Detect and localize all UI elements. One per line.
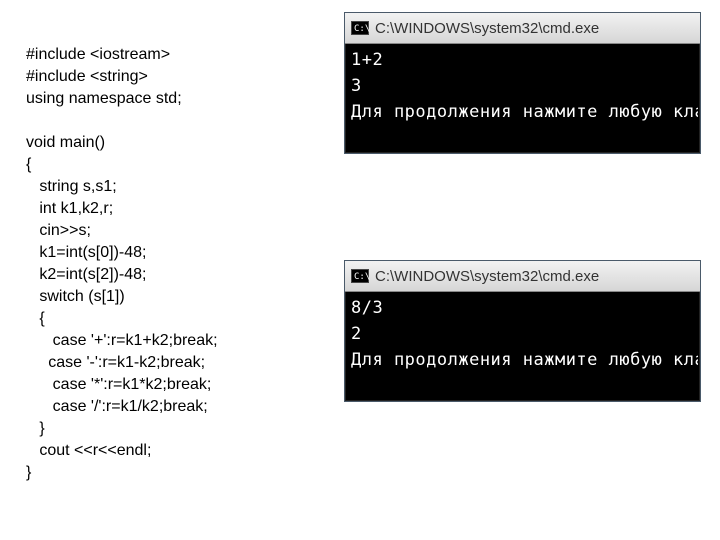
titlebar-2: C:\ C:\WINDOWS\system32\cmd.exe <box>345 261 700 292</box>
console-window-1: C:\ C:\WINDOWS\system32\cmd.exe 1+2 3 Дл… <box>344 12 701 154</box>
console-body-1: 1+2 3 Для продолжения нажмите любую клав… <box>347 45 698 151</box>
console-body-2: 8/3 2 Для продолжения нажмите любую клав… <box>347 293 698 399</box>
console-window-2: C:\ C:\WINDOWS\system32\cmd.exe 8/3 2 Дл… <box>344 260 701 402</box>
source-code: #include <iostream> #include <string> us… <box>26 44 218 484</box>
titlebar-1-text: C:\WINDOWS\system32\cmd.exe <box>375 20 694 37</box>
cmd-icon: C:\ <box>351 21 369 35</box>
slide: #include <iostream> #include <string> us… <box>0 0 720 540</box>
cmd-icon: C:\ <box>351 269 369 283</box>
titlebar-2-text: C:\WINDOWS\system32\cmd.exe <box>375 268 694 285</box>
titlebar-1: C:\ C:\WINDOWS\system32\cmd.exe <box>345 13 700 44</box>
